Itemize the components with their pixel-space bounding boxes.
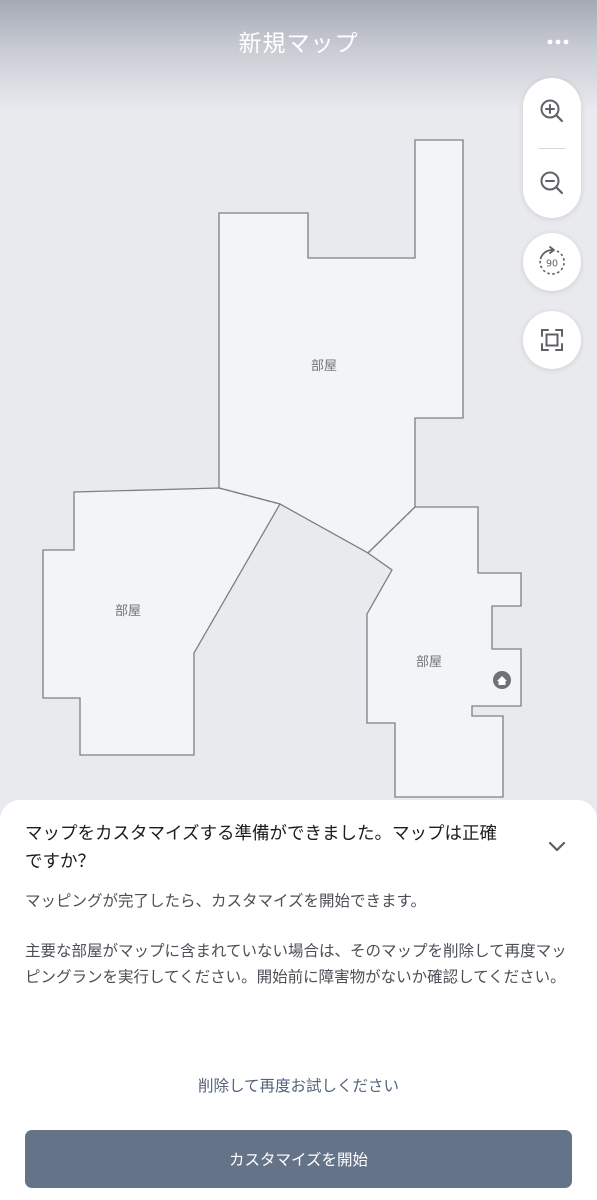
start-customize-button[interactable]: カスタマイズを開始	[25, 1130, 572, 1188]
sheet-description: マッピングが完了したら、カスタマイズを開始できます。	[25, 892, 426, 910]
rotate-90-icon: 90	[539, 246, 565, 275]
fit-screen-icon	[541, 329, 563, 351]
room-label: 部屋	[311, 359, 337, 374]
sheet-instructions: 主要な部屋がマップに含まれていない場合は、そのマップを削除して再度マッピングラン…	[25, 942, 567, 986]
floor-map[interactable]: 部屋 部屋 部屋	[0, 0, 597, 800]
room-area-1[interactable]	[218, 139, 464, 554]
chevron-down-icon[interactable]	[546, 838, 568, 854]
rotate-label: 90	[546, 259, 558, 270]
more-horizontal-icon	[547, 39, 569, 45]
zoom-in-icon	[540, 99, 564, 123]
room-area-3[interactable]	[366, 506, 522, 798]
bottom-sheet: マップをカスタマイズする準備ができました。マップは正確ですか？ マッピングが完了…	[0, 800, 597, 1200]
room-label: 部屋	[115, 604, 141, 619]
home-icon	[493, 671, 511, 689]
zoom-controls	[523, 78, 581, 218]
fit-screen-button[interactable]	[523, 311, 581, 369]
zoom-in-button[interactable]	[523, 82, 581, 140]
zoom-divider	[538, 148, 566, 149]
page-title: 新規マップ	[238, 31, 359, 57]
zoom-out-button[interactable]	[523, 154, 581, 212]
room-area-2[interactable]	[42, 487, 281, 756]
zoom-out-icon	[540, 171, 564, 195]
rotate-button[interactable]: 90	[523, 233, 581, 291]
delete-and-retry-link[interactable]: 削除して再度お試しください	[0, 1074, 597, 1096]
more-options-button[interactable]	[541, 28, 575, 56]
sheet-title: マップをカスタマイズする準備ができました。マップは正確ですか？	[25, 824, 497, 872]
room-label: 部屋	[416, 655, 442, 670]
